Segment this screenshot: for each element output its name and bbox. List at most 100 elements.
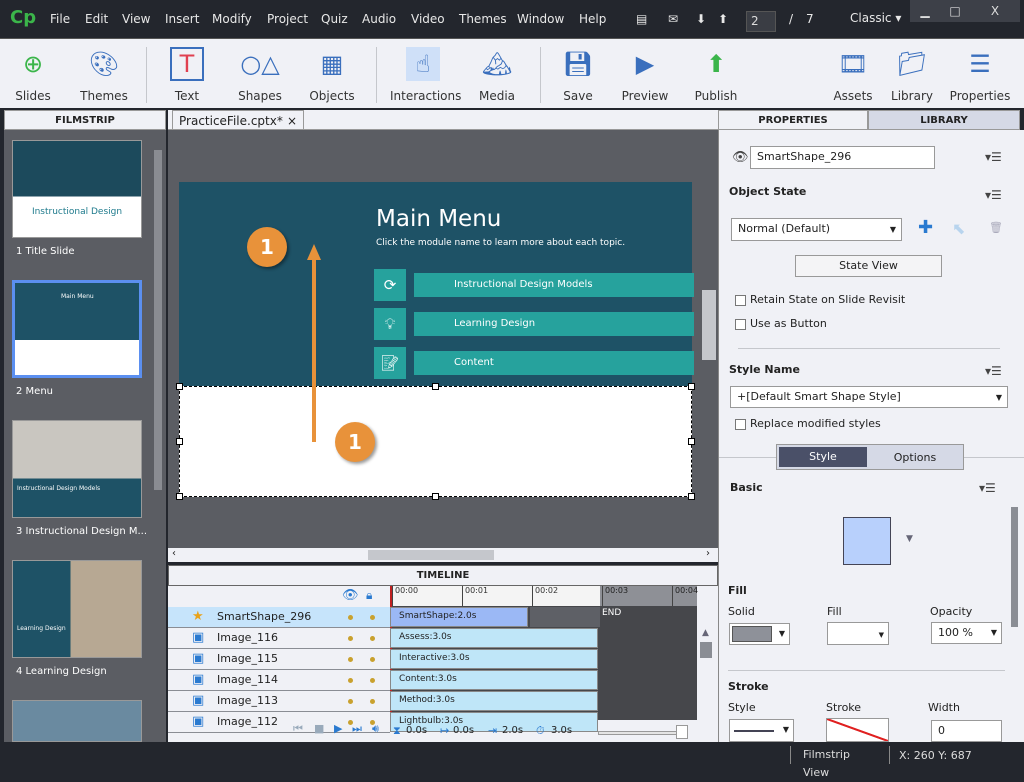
visibility-eye-icon[interactable]: 👁︎ xyxy=(732,150,749,165)
prev-slide-icon[interactable]: ⬆ xyxy=(718,12,728,26)
state-dropdown[interactable]: Normal (Default) ▼ xyxy=(731,218,902,241)
menu-button-learning[interactable]: Learning Design xyxy=(414,312,694,336)
lock-dot[interactable] xyxy=(370,657,375,662)
panel-scrollbar[interactable] xyxy=(1011,507,1018,627)
resize-handle[interactable] xyxy=(432,493,439,500)
timeline-bar[interactable]: SmartShape:2.0s xyxy=(390,607,528,627)
tab-properties[interactable]: PROPERTIES xyxy=(718,110,868,130)
timeline-row[interactable]: ▣ Image_113 xyxy=(168,691,390,712)
scroll-thumb[interactable] xyxy=(368,550,494,560)
style-name-dropdown[interactable]: +[Default Smart Shape Style] ▼ xyxy=(730,386,1008,408)
timeline-row[interactable]: ▣ Image_116 xyxy=(168,628,390,649)
media-button[interactable]: 🏔︎ Media xyxy=(474,47,520,103)
audio-icon[interactable]: 🔊︎ xyxy=(372,722,379,736)
mail-icon[interactable]: ✉ xyxy=(668,12,678,26)
swatch-dropdown-icon[interactable]: ▼ xyxy=(906,534,913,544)
slide-thumb-2[interactable]: Main Menu xyxy=(12,280,142,378)
library-button[interactable]: 📁︎ Library xyxy=(890,47,934,103)
visibility-dot[interactable] xyxy=(348,636,353,641)
lock-dot[interactable] xyxy=(370,615,375,620)
text-button[interactable]: T Text xyxy=(165,47,209,103)
tab-style[interactable]: Style xyxy=(779,447,867,467)
opacity-input[interactable]: 100 % ▼ xyxy=(931,622,1002,644)
resize-handle[interactable] xyxy=(176,493,183,500)
menu-themes[interactable]: Themes xyxy=(459,12,507,26)
lock-dot[interactable] xyxy=(370,636,375,641)
slide-thumb-1[interactable]: Instructional Design xyxy=(12,140,142,238)
objects-button[interactable]: ▦ Objects xyxy=(308,47,356,103)
use-as-button-checkbox[interactable] xyxy=(735,319,746,330)
stroke-style-dropdown[interactable]: ▼ xyxy=(729,719,794,742)
timeline-bar[interactable]: Interactive:3.0s xyxy=(390,649,598,669)
menu-window[interactable]: Window xyxy=(517,12,564,26)
replace-styles-checkbox[interactable] xyxy=(735,419,746,430)
timeline-row[interactable]: ▣ Image_114 xyxy=(168,670,390,691)
menu-modify[interactable]: Modify xyxy=(212,12,252,26)
visibility-dot[interactable] xyxy=(348,615,353,620)
menu-help[interactable]: Help xyxy=(579,12,606,26)
next-slide-icon[interactable]: ⬇ xyxy=(696,12,706,26)
menu-file[interactable]: File xyxy=(50,12,70,26)
properties-button[interactable]: ☰ Properties xyxy=(948,47,1012,103)
resize-handle[interactable] xyxy=(176,383,183,390)
panel-menu-icon[interactable]: ▾☰ xyxy=(979,481,996,495)
document-tab[interactable]: PracticeFile.cptx* × xyxy=(172,110,304,130)
fill-color-picker[interactable]: ▼ xyxy=(827,622,889,645)
menu-view[interactable]: View xyxy=(122,12,150,26)
slide-number-input[interactable]: 2 xyxy=(746,11,776,32)
resize-handle[interactable] xyxy=(176,438,183,445)
menu-button-content[interactable]: Content xyxy=(414,351,694,375)
close-tab-icon[interactable]: × xyxy=(287,114,297,128)
slides-button[interactable]: ⊕ Slides xyxy=(10,47,56,103)
retain-state-checkbox[interactable] xyxy=(735,295,746,306)
scroll-right-icon[interactable]: › xyxy=(706,548,710,559)
lock-dot[interactable] xyxy=(370,678,375,683)
timeline-row[interactable]: ▣ Image_115 xyxy=(168,649,390,670)
slide-thumb-5[interactable] xyxy=(12,700,142,742)
tab-options[interactable]: Options xyxy=(869,447,961,467)
play-icon[interactable]: ▶ xyxy=(334,722,342,735)
rewind-icon[interactable]: ⏮ xyxy=(293,722,303,736)
horizontal-scrollbar[interactable]: ‹ › xyxy=(168,548,718,562)
smartshape-selected[interactable] xyxy=(179,386,692,497)
resize-handle[interactable] xyxy=(688,438,695,445)
stroke-width-input[interactable]: 0 xyxy=(931,720,1002,742)
menu-project[interactable]: Project xyxy=(267,12,308,26)
publish-button[interactable]: ⬆ Publish xyxy=(692,47,740,103)
fill-type-dropdown[interactable]: ▼ xyxy=(729,623,790,645)
scroll-left-icon[interactable]: ‹ xyxy=(172,548,176,559)
slide-thumb-3[interactable]: Instructional Design Models xyxy=(12,420,142,518)
shapes-button[interactable]: ○△ Shapes xyxy=(236,47,284,103)
timeline-scrollbar[interactable] xyxy=(700,642,712,658)
assets-button[interactable]: 🎞︎ Assets xyxy=(832,47,874,103)
delete-state-icon[interactable]: 🗑︎ xyxy=(989,221,1003,234)
filmstrip-scrollbar[interactable] xyxy=(154,150,162,490)
scroll-up-icon[interactable]: ▲ xyxy=(702,628,709,638)
menu-edit[interactable]: Edit xyxy=(85,12,108,26)
visibility-dot[interactable] xyxy=(348,678,353,683)
minimize-button[interactable]: ▁ xyxy=(910,0,940,22)
state-view-button[interactable]: State View xyxy=(795,255,942,277)
visibility-dot[interactable] xyxy=(348,699,353,704)
themes-button[interactable]: 🎨︎ Themes xyxy=(80,47,128,103)
panel-menu-icon[interactable]: ▾☰ xyxy=(985,150,1002,164)
close-button[interactable]: X xyxy=(970,0,1020,22)
menu-video[interactable]: Video xyxy=(411,12,445,26)
reset-state-icon[interactable]: ⬉ xyxy=(952,219,965,238)
timeline-bar[interactable]: Content:3.0s xyxy=(390,670,598,690)
menu-quiz[interactable]: Quiz xyxy=(321,12,348,26)
add-state-icon[interactable]: ✚ xyxy=(918,217,933,238)
workspace-dropdown[interactable]: Classic ▾ xyxy=(850,11,901,25)
zoom-slider[interactable] xyxy=(598,731,683,735)
tab-library[interactable]: LIBRARY xyxy=(868,110,1020,130)
stroke-color-picker[interactable] xyxy=(826,718,889,742)
forward-icon[interactable]: ⏭ xyxy=(352,722,362,736)
resize-handle[interactable] xyxy=(432,383,439,390)
eye-icon[interactable]: 👁︎ xyxy=(342,588,359,603)
comments-icon[interactable]: ▤ xyxy=(636,12,647,26)
slide-thumb-4[interactable]: Learning Design xyxy=(12,560,142,658)
stop-icon[interactable]: ■ xyxy=(314,722,324,735)
visibility-dot[interactable] xyxy=(348,657,353,662)
vertical-scrollbar[interactable] xyxy=(702,290,716,360)
menu-audio[interactable]: Audio xyxy=(362,12,396,26)
